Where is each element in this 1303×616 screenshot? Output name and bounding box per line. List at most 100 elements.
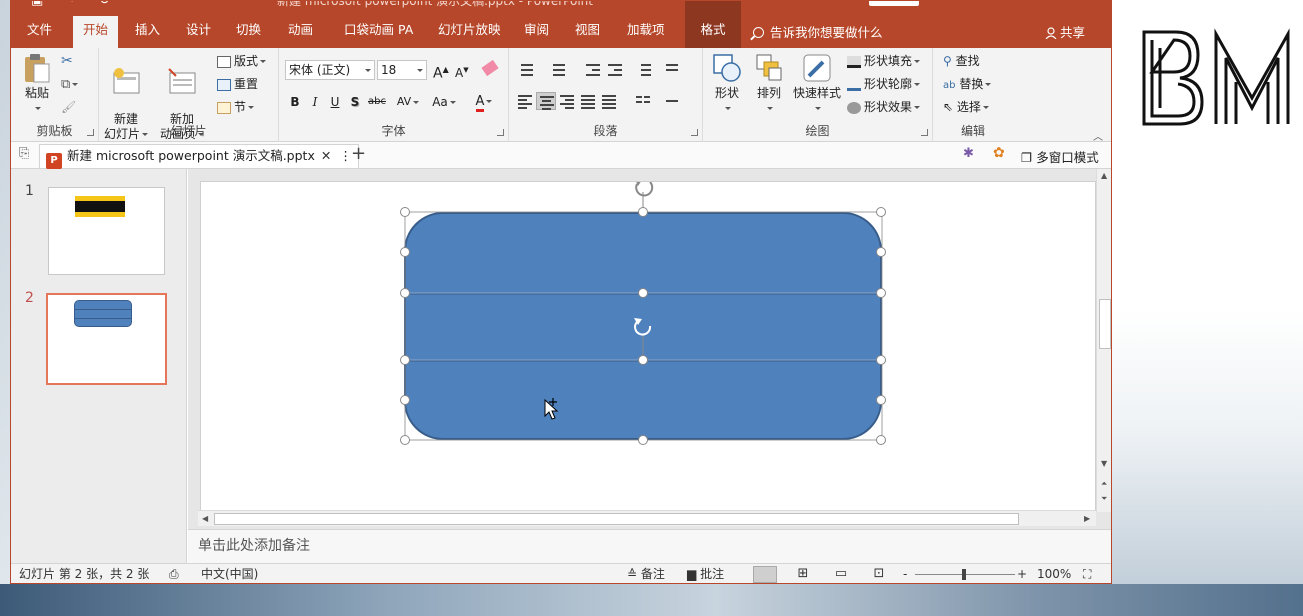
tab-design[interactable]: 设计 [176, 16, 221, 48]
columns-button[interactable] [633, 92, 653, 110]
scroll-left-icon[interactable]: ◀ [202, 514, 208, 523]
strikethrough-button[interactable]: abc [367, 92, 387, 112]
multi-window-button[interactable]: ❐ 多窗口模式 [1021, 147, 1099, 166]
zoom-slider-thumb[interactable] [962, 569, 966, 580]
share-button[interactable]: 共享 [1045, 22, 1085, 41]
prev-slide-icon[interactable]: ⏶ [1101, 479, 1107, 489]
paragraph-launcher[interactable] [691, 129, 698, 136]
layout-button[interactable]: 版式 [217, 52, 267, 70]
shrink-font-button[interactable]: A▼ [455, 61, 469, 80]
vertical-scroll-thumb[interactable] [1099, 299, 1111, 349]
reading-view-button[interactable]: ▭ [829, 566, 853, 583]
shapes-button[interactable]: 形状 [707, 52, 747, 116]
shadow-button[interactable]: S [345, 92, 365, 112]
language-indicator[interactable]: 中文(中国) [201, 564, 258, 583]
tab-transitions[interactable]: 切换 [226, 16, 271, 48]
tab-slideshow[interactable]: 幻灯片放映 [428, 16, 511, 48]
tab-list-icon[interactable]: ⎘ [19, 146, 29, 161]
drawing-launcher[interactable] [921, 129, 928, 136]
line-spacing-button[interactable] [633, 60, 653, 78]
tab-more-icon[interactable]: ⋮ [339, 148, 352, 163]
tab-format[interactable]: 格式 [685, 8, 741, 48]
rotate-handle-icon[interactable] [635, 182, 654, 197]
quick-styles-button[interactable]: 快速样式 [791, 52, 843, 116]
char-spacing-button[interactable]: AV [393, 92, 423, 112]
arrange-button[interactable]: 排列 [751, 52, 787, 116]
find-button[interactable]: ⚲ 查找 [943, 52, 980, 70]
tab-view[interactable]: 视图 [565, 16, 610, 48]
italic-button[interactable]: I [305, 92, 325, 112]
align-left-button[interactable] [515, 92, 535, 110]
clear-format-icon[interactable] [481, 59, 499, 78]
smartart-button[interactable] [663, 92, 683, 110]
reset-button[interactable]: 重置 [217, 75, 258, 93]
login-button[interactable] [869, 1, 919, 6]
zoom-in-button[interactable]: + [1017, 564, 1027, 583]
grow-font-button[interactable]: A▲ [433, 61, 449, 82]
slide-thumbnail-2[interactable] [46, 293, 167, 385]
scroll-up-icon[interactable]: ▲ [1101, 171, 1107, 180]
tab-addins[interactable]: 加载项 [617, 16, 675, 48]
decrease-indent-button[interactable] [583, 60, 603, 78]
slideshow-button[interactable]: ⊡ [867, 566, 891, 583]
zoom-out-button[interactable]: - [903, 564, 907, 583]
comments-toggle[interactable]: ▆ 批注 [687, 564, 724, 583]
tab-file[interactable]: 文件 [17, 16, 62, 48]
shape-fill-button[interactable]: 形状填充 [847, 52, 921, 70]
select-button[interactable]: ⇖ 选择 [943, 98, 989, 116]
underline-button[interactable]: U [325, 92, 345, 112]
collapse-ribbon-icon[interactable]: ︿ [1093, 128, 1103, 143]
close-tab-icon[interactable]: ✕ [321, 148, 331, 163]
text-direction-button[interactable] [663, 60, 683, 78]
shape-outline-button[interactable]: 形状轮廓 [847, 75, 921, 93]
horizontal-scrollbar[interactable]: ◀ ▶ [198, 510, 1096, 526]
spellcheck-icon[interactable]: ⎙ [169, 564, 179, 583]
tab-animations[interactable]: 动画 [278, 16, 323, 48]
tab-insert[interactable]: 插入 [125, 16, 170, 48]
tab-pocket-animation[interactable]: 口袋动画 PA [334, 16, 423, 48]
undo-icon[interactable]: ↶ [69, 1, 80, 8]
numbering-button[interactable] [547, 60, 567, 78]
zoom-level[interactable]: 100% [1037, 564, 1071, 583]
bold-button[interactable]: B [285, 92, 305, 112]
align-right-button[interactable] [557, 92, 577, 110]
justify-button[interactable] [578, 92, 598, 110]
new-tab-button[interactable]: + [351, 143, 366, 164]
scroll-right-icon[interactable]: ▶ [1084, 514, 1090, 523]
font-size-select[interactable]: 18 [377, 60, 427, 80]
document-tab[interactable]: P 新建 microsoft powerpoint 演示文稿.pptx ✕ ⋮ [39, 144, 359, 169]
vertical-scrollbar[interactable]: ▲ ▼ ⏶ ⏷ [1096, 169, 1111, 512]
paste-button[interactable]: 粘贴 [19, 52, 55, 116]
slide-sorter-button[interactable]: ⊞ [791, 566, 815, 583]
redo-icon[interactable]: ↻ [99, 1, 110, 8]
section-button[interactable]: 节 [217, 98, 255, 116]
font-launcher[interactable] [497, 129, 504, 136]
tab-review[interactable]: 审阅 [514, 16, 559, 48]
change-case-button[interactable]: Aa [429, 92, 459, 112]
save-icon[interactable]: ▣ [31, 1, 43, 8]
increase-indent-button[interactable] [605, 60, 625, 78]
tell-me-search[interactable]: 告诉我你想要做什么 [753, 22, 883, 41]
font-color-button[interactable]: A [469, 92, 499, 112]
next-slide-icon[interactable]: ⏷ [1101, 494, 1107, 504]
copy-button[interactable]: ⧉ [61, 75, 79, 93]
font-name-select[interactable]: 宋体 (正文) [285, 60, 375, 80]
magic-icon[interactable]: ✱ [963, 146, 974, 161]
format-painter-button[interactable]: 🖌 [61, 98, 76, 116]
distributed-button[interactable] [599, 92, 619, 110]
fit-to-window-icon[interactable]: ⛶ [1083, 564, 1091, 583]
notes-toggle[interactable]: ≙ 备注 [627, 564, 665, 583]
normal-view-button[interactable] [753, 566, 777, 583]
notes-pane[interactable]: 单击此处添加备注 [188, 529, 1111, 563]
cut-button[interactable]: ✂ [61, 52, 73, 70]
replace-button[interactable]: ab 替换 [943, 75, 992, 93]
align-center-button[interactable] [536, 92, 556, 110]
scroll-down-icon[interactable]: ▼ [1101, 459, 1107, 468]
horizontal-scroll-thumb[interactable] [214, 513, 1019, 525]
settings-icon[interactable]: ✿ [993, 145, 1005, 161]
shape-effects-button[interactable]: 形状效果 [847, 98, 921, 116]
tab-home[interactable]: 开始 [73, 16, 119, 48]
bullets-button[interactable] [515, 60, 535, 78]
slide-thumbnail-1[interactable] [48, 187, 165, 275]
slide-canvas[interactable] [200, 181, 1096, 511]
